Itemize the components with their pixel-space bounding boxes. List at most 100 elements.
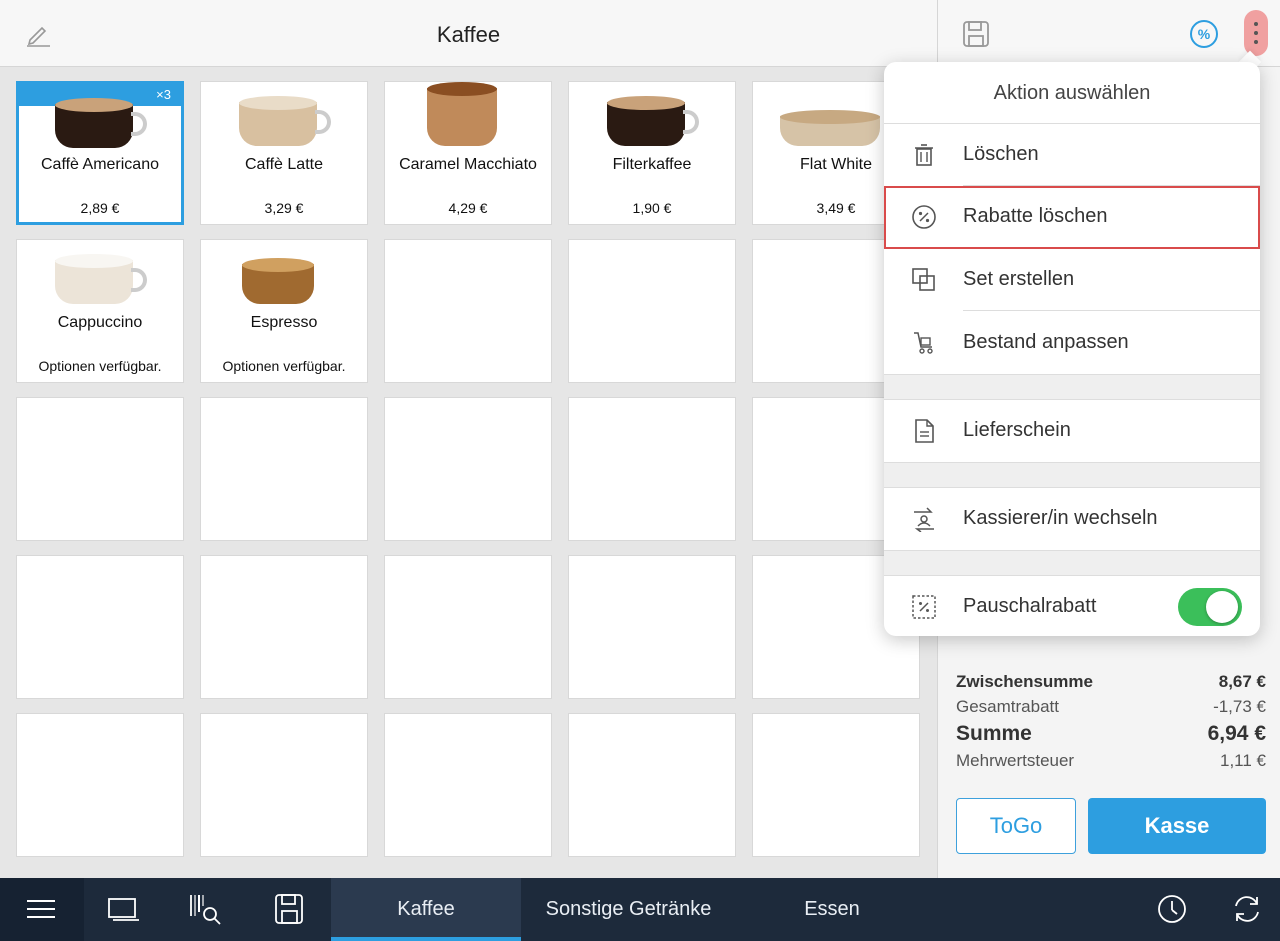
- empty-tile[interactable]: [568, 397, 736, 541]
- hamburger-menu-icon[interactable]: [24, 892, 58, 926]
- tablet-icon[interactable]: [106, 892, 140, 926]
- tab-kaffee[interactable]: Kaffee: [331, 878, 521, 941]
- tab-essen[interactable]: Essen: [736, 878, 928, 941]
- subtotal-row: Zwischensumme 8,67 €: [956, 672, 1266, 692]
- product-name: Caffè Americano: [41, 156, 159, 173]
- total-row: Summe 6,94 €: [956, 722, 1266, 746]
- product-price: 3,29 €: [264, 200, 304, 216]
- empty-tile[interactable]: [384, 397, 552, 541]
- save-icon[interactable]: [960, 18, 992, 50]
- product-tile[interactable]: Caramel Macchiato 4,29 €: [384, 81, 552, 225]
- menu-section-gap: [884, 374, 1260, 400]
- menu-item-switch-cashier[interactable]: Kassierer/in wechseln: [884, 488, 1260, 550]
- product-image: [242, 258, 314, 308]
- menu-item-remove-discounts[interactable]: Rabatte löschen: [884, 186, 1260, 249]
- product-price: 2,89 €: [80, 200, 120, 216]
- flat-discount-toggle[interactable]: [1178, 588, 1242, 626]
- total-label: Summe: [956, 722, 1032, 745]
- discount-value: -1,73 €: [1213, 697, 1266, 716]
- product-price: Optionen verfügbar.: [38, 358, 162, 374]
- empty-tile[interactable]: [752, 713, 920, 857]
- empty-tile[interactable]: [568, 713, 736, 857]
- product-image: [55, 98, 147, 152]
- percent-icon[interactable]: %: [1190, 20, 1218, 48]
- product-grid: ×3 Caffè Americano 2,89 € Caffè Latte 3,29 €…: [0, 67, 937, 878]
- divider: [963, 310, 1260, 311]
- menu-item-label: Bestand anpassen: [963, 331, 1129, 353]
- discount-label: Gesamtrabatt: [956, 697, 1059, 716]
- checkout-button[interactable]: Kasse: [1088, 798, 1266, 854]
- action-menu: Aktion auswählen Löschen Rabatte löschen…: [884, 62, 1260, 636]
- menu-item-label: Set erstellen: [963, 268, 1075, 290]
- menu-item-adjust-stock[interactable]: Bestand anpassen: [884, 312, 1260, 374]
- menu-item-create-set[interactable]: Set erstellen: [884, 249, 1260, 311]
- product-tile[interactable]: Filterkaffee 1,90 €: [568, 81, 736, 225]
- percent-square-icon: [912, 595, 936, 619]
- cart-icon: [914, 332, 933, 354]
- product-image: [239, 96, 331, 150]
- empty-tile[interactable]: [200, 397, 368, 541]
- menu-section-gap: [884, 550, 1260, 576]
- empty-tile[interactable]: [568, 239, 736, 383]
- more-vertical-icon[interactable]: [1244, 10, 1268, 56]
- empty-tile[interactable]: [200, 555, 368, 699]
- subtotal-label: Zwischensumme: [956, 672, 1093, 691]
- menu-item-label: Kassierer/in wechseln: [963, 507, 1158, 529]
- menu-item-delivery-note[interactable]: Lieferschein: [884, 400, 1260, 462]
- menu-item-label: Lieferschein: [963, 419, 1071, 441]
- empty-tile[interactable]: [384, 555, 552, 699]
- product-image: [55, 254, 147, 308]
- page-title: Kaffee: [436, 22, 501, 47]
- total-value: 6,94 €: [1207, 722, 1266, 745]
- barcode-search-icon[interactable]: [188, 892, 222, 926]
- vat-row: Mehrwertsteuer 1,11 €: [956, 751, 1266, 771]
- product-image: [427, 82, 497, 150]
- bottom-bar: Kaffee Sonstige Getränke Essen: [0, 878, 1280, 941]
- empty-tile[interactable]: [16, 713, 184, 857]
- product-name: Caffè Latte: [245, 156, 323, 173]
- product-price: 1,90 €: [632, 200, 672, 216]
- menu-item-label: Löschen: [963, 143, 1039, 165]
- product-tile[interactable]: Espresso Optionen verfügbar.: [200, 239, 368, 383]
- product-image: [780, 110, 880, 150]
- product-name: Filterkaffee: [612, 156, 692, 173]
- product-price: 4,29 €: [448, 200, 488, 216]
- product-tile[interactable]: Caffè Latte 3,29 €: [200, 81, 368, 225]
- toggle-knob: [1206, 591, 1238, 623]
- product-image: [607, 96, 699, 150]
- discount-row: Gesamtrabatt -1,73 €: [956, 697, 1266, 717]
- product-name: Cappuccino: [57, 314, 143, 331]
- document-icon: [915, 419, 934, 443]
- empty-tile[interactable]: [16, 555, 184, 699]
- product-tile[interactable]: Cappuccino Optionen verfügbar.: [16, 239, 184, 383]
- vat-value: 1,11 €: [1219, 751, 1266, 770]
- empty-tile[interactable]: [568, 555, 736, 699]
- product-name: Espresso: [250, 314, 318, 331]
- menu-section-gap: [884, 462, 1260, 488]
- empty-tile[interactable]: [16, 397, 184, 541]
- menu-item-label: Pauschalrabatt: [963, 595, 1097, 617]
- product-price: Optionen verfügbar.: [222, 358, 346, 374]
- menu-item-label: Rabatte löschen: [963, 205, 1108, 227]
- vat-label: Mehrwertsteuer: [956, 751, 1075, 770]
- menu-title: Aktion auswählen: [884, 62, 1260, 124]
- empty-tile[interactable]: [200, 713, 368, 857]
- cart-header: %: [938, 0, 1280, 67]
- switch-user-icon: [914, 507, 934, 532]
- product-tile[interactable]: ×3 Caffè Americano 2,89 €: [16, 81, 184, 225]
- percent-circle-icon: [912, 205, 936, 229]
- subtotal-value: 8,67 €: [1218, 672, 1266, 691]
- togo-button[interactable]: ToGo: [956, 798, 1076, 854]
- trash-icon: [915, 144, 933, 166]
- menu-item-delete[interactable]: Löschen: [884, 124, 1260, 186]
- tab-sonstige-getraenke[interactable]: Sonstige Getränke: [521, 878, 736, 941]
- layers-icon: [912, 268, 935, 291]
- sync-icon[interactable]: [1230, 892, 1264, 926]
- save-icon[interactable]: [272, 892, 306, 926]
- clock-icon[interactable]: [1155, 892, 1189, 926]
- empty-tile[interactable]: [384, 239, 552, 383]
- empty-tile[interactable]: [384, 713, 552, 857]
- top-header: Kaffee: [0, 0, 937, 67]
- menu-item-flat-discount: Pauschalrabatt: [884, 576, 1260, 636]
- product-name: Caramel Macchiato: [399, 156, 537, 173]
